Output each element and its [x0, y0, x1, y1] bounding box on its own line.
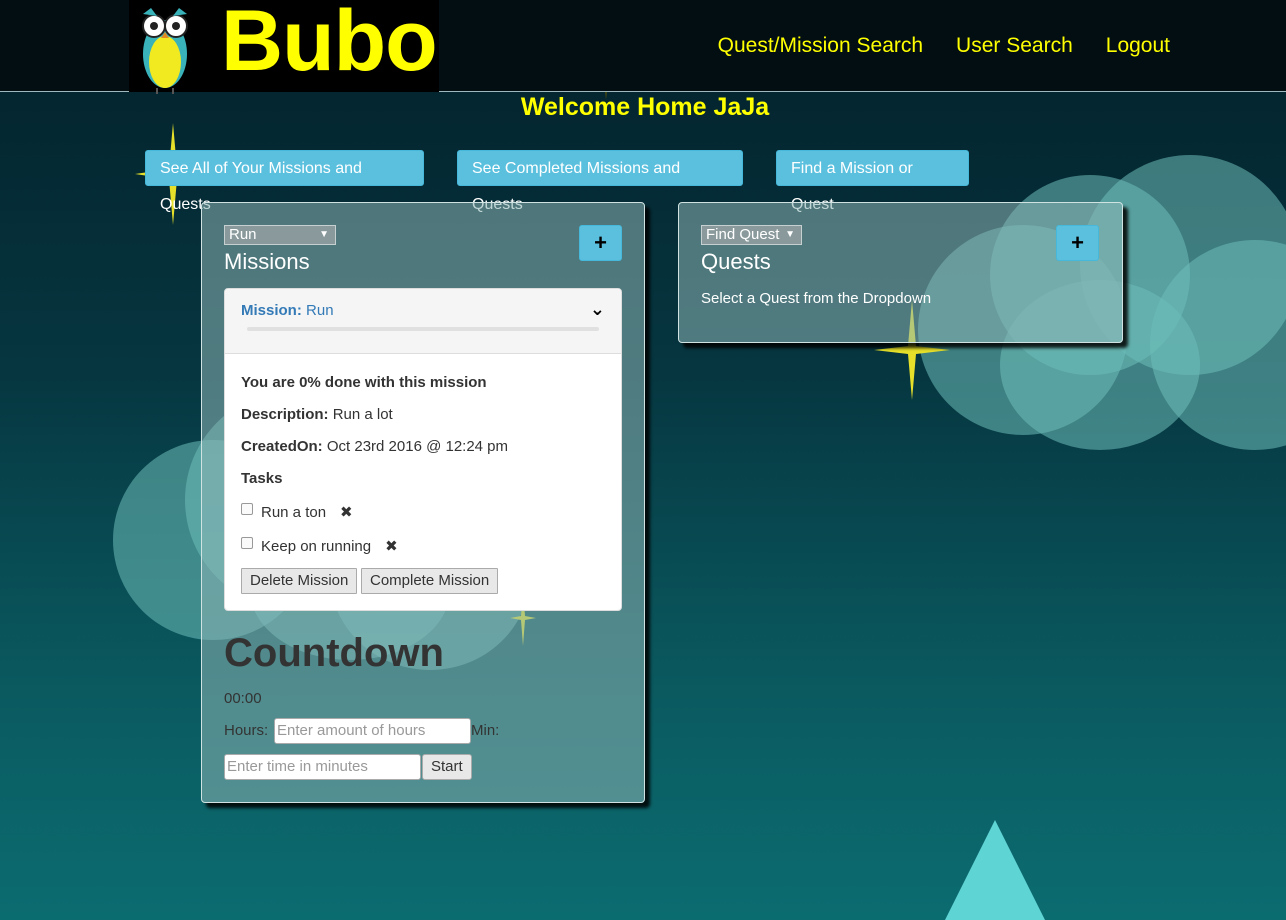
mission-title: Mission: Run: [241, 302, 334, 319]
owl-icon: [142, 8, 188, 94]
triangle-shape: [945, 820, 1045, 920]
mission-card: Mission: Run ⌄ You are 0% done with this…: [224, 288, 622, 611]
task-label: Run a ton: [261, 503, 327, 521]
page-title: Welcome Home JaJa: [520, 93, 770, 121]
main-nav: Quest/Mission Search User Search Logout: [718, 34, 1170, 58]
task-item: Run a ton ✖: [241, 503, 353, 521]
add-quest-button[interactable]: +: [1056, 225, 1099, 261]
created-value: Oct 23rd 2016 @ 12:24 pm: [326, 438, 509, 455]
mission-prefix: Mission:: [241, 302, 302, 319]
brand-logo[interactable]: Bubo: [129, 0, 439, 94]
quests-title: Quests: [701, 249, 771, 274]
start-button[interactable]: Start: [422, 754, 472, 780]
countdown-title: Countdown: [224, 631, 444, 675]
complete-mission-button[interactable]: Complete Mission: [361, 568, 499, 594]
hours-label: Hours:: [224, 722, 269, 739]
see-all-missions-quests-button[interactable]: See All of Your Missions and Quests: [145, 150, 424, 213]
see-completed-missions-quests-button[interactable]: See Completed Missions and Quests: [457, 150, 743, 213]
mission-progress-bar: [247, 327, 599, 331]
mission-select[interactable]: Run ▼: [224, 225, 336, 245]
brand-name: Bubo: [221, 0, 438, 89]
created-label: CreatedOn:: [241, 438, 323, 455]
missions-title: Missions: [224, 249, 310, 274]
mission-created: CreatedOn: Oct 23rd 2016 @ 12:24 pm: [241, 438, 508, 455]
missions-panel: Run ▼ Missions + Mission: Run ⌄ You are …: [201, 202, 645, 803]
countdown-time: 00:00: [224, 690, 262, 707]
minutes-input[interactable]: Enter time in minutes: [224, 754, 421, 780]
quests-empty-text: Select a Quest from the Dropdown: [701, 290, 932, 307]
find-mission-quest-button[interactable]: Find a Mission or Quest: [776, 150, 969, 213]
task-item: Keep on running ✖: [241, 537, 398, 555]
quests-panel: Find Quest ▼ Quests + Select a Quest fro…: [678, 202, 1123, 343]
tasks-heading: Tasks: [241, 470, 283, 487]
add-mission-button[interactable]: +: [579, 225, 622, 261]
top-navbar: Bubo Quest/Mission Search User Search Lo…: [0, 0, 1286, 94]
mission-card-header[interactable]: Mission: Run ⌄: [225, 289, 621, 354]
delete-task-icon[interactable]: ✖: [340, 503, 353, 521]
nav-user-search[interactable]: User Search: [956, 34, 1073, 58]
delete-task-icon[interactable]: ✖: [385, 537, 398, 555]
quest-select-value: Find Quest: [706, 226, 780, 243]
dropdown-arrow-icon: ▼: [785, 229, 795, 240]
task-checkbox[interactable]: [241, 503, 253, 515]
description-label: Description:: [241, 406, 329, 423]
task-checkbox[interactable]: [241, 537, 253, 549]
description-value: Run a lot: [332, 406, 393, 423]
min-label: Min:: [471, 722, 500, 739]
mission-select-value: Run: [229, 226, 257, 243]
chevron-down-icon[interactable]: ⌄: [590, 299, 605, 320]
mission-card-body: You are 0% done with this mission Descri…: [225, 354, 621, 594]
delete-mission-button[interactable]: Delete Mission: [241, 568, 358, 594]
mission-name: Run: [306, 302, 334, 319]
hours-input[interactable]: Enter amount of hours: [274, 718, 471, 744]
nav-logout[interactable]: Logout: [1106, 34, 1170, 58]
nav-quest-mission-search[interactable]: Quest/Mission Search: [718, 34, 923, 58]
task-label: Keep on running: [261, 537, 372, 555]
quest-select[interactable]: Find Quest ▼: [701, 225, 802, 245]
mission-progress-text: You are 0% done with this mission: [241, 374, 487, 391]
dropdown-arrow-icon: ▼: [319, 229, 329, 240]
mission-description: Description: Run a lot: [241, 406, 393, 423]
